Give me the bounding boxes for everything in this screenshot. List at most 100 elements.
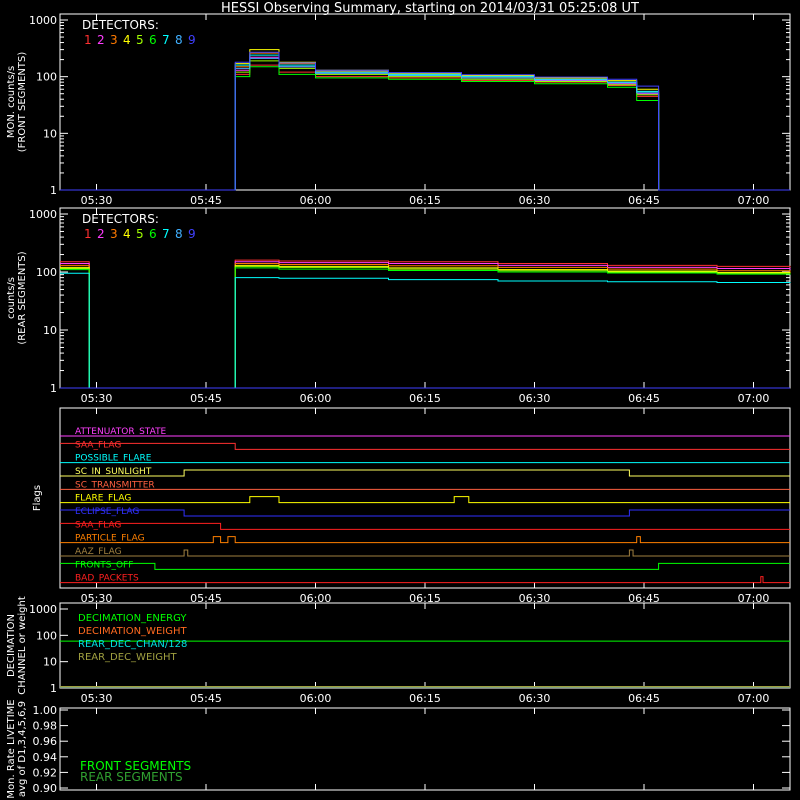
front-x-tick-label: 06:45	[628, 194, 660, 207]
front-legend-detector-6: 6	[149, 33, 157, 47]
decimation-y-tick-label: 1000	[29, 603, 57, 616]
rear-y-axis-label: counts/s(REAR SEGMENTS)	[6, 251, 28, 344]
flag-line-eclipse_flag	[60, 509, 790, 517]
front-series-2	[60, 56, 790, 191]
rear-y-tick-label: 10	[43, 324, 57, 337]
flag-label-sc_in_sunlight: SC_IN_SUNLIGHT	[75, 467, 152, 477]
rear-legend-detector-6: 6	[149, 227, 157, 241]
flag-line-fronts_off	[60, 562, 790, 570]
rear-x-tick-label: 05:45	[190, 392, 222, 405]
front-x-tick-label: 06:30	[519, 194, 551, 207]
livetime-y-tick-label: 0.90	[33, 782, 58, 795]
decimation-legend-decimation-energy: DECIMATION_ENERGY	[78, 613, 187, 624]
front-legend-detector-9: 9	[188, 33, 196, 47]
front-legend-detector-1: 1	[84, 33, 92, 47]
livetime-y-axis-label: Mon. Rate LIVETIMEavg of D1,3,4,5,6,9	[6, 699, 28, 798]
livetime-y-tick-label: 0.92	[33, 766, 58, 779]
decimation-legend-rear-dec-chan-128: REAR_DEC_CHAN/128	[78, 639, 187, 650]
front-legend-detector-8: 8	[175, 33, 183, 47]
front-series-4	[60, 49, 790, 191]
flag-label-flare_flag: FLARE_FLAG	[75, 494, 131, 504]
rear-series-2	[60, 261, 791, 389]
flag-line-particle_flag	[60, 536, 790, 544]
front-series-9	[60, 51, 790, 191]
front-x-tick-label: 05:30	[81, 194, 113, 207]
rear-x-tick-label: 06:45	[628, 392, 660, 405]
rear-x-tick-label: 06:30	[519, 392, 551, 405]
flag-label-attenuator_state: ATTENUATOR_STATE	[75, 427, 167, 437]
front-series-1	[60, 64, 790, 191]
flag-line-saa_flag	[60, 442, 790, 450]
front-x-tick-label: 05:45	[190, 194, 222, 207]
observing-summary: HESSI Observing Summary, starting on 201…	[0, 0, 800, 800]
front-legend-detector-5: 5	[136, 33, 144, 47]
decimation-x-tick-label: 05:45	[190, 692, 222, 705]
rear-x-tick-label: 06:00	[300, 392, 332, 405]
rear-legend-title: DETECTORS:	[82, 212, 159, 226]
flags-frame	[59, 407, 791, 589]
decimation-y-tick-label: 10	[43, 656, 57, 669]
flag-label-saa_flag: SAA_FLAG	[75, 440, 121, 450]
flag-label-bad_packets: BAD_PACKETS	[75, 574, 139, 584]
rear-legend-detector-3: 3	[110, 227, 118, 241]
front-x-tick-label: 06:00	[300, 194, 332, 207]
rear-legend-detector-8: 8	[175, 227, 183, 241]
livetime-y-tick-label: 0.98	[33, 720, 58, 733]
front-y-axis-label: MON. counts/s(FRONT SEGMENTS)	[6, 52, 28, 153]
decimation-x-tick-label: 05:30	[81, 692, 113, 705]
decimation-x-tick-label: 06:45	[628, 692, 660, 705]
livetime-y-tick-label: 0.96	[33, 735, 58, 748]
flag-label-aaz_flag: AAZ_FLAG	[75, 547, 122, 557]
rear-y-tick-label: 1	[50, 382, 57, 395]
front-x-tick-label: 07:00	[738, 194, 770, 207]
rear-x-tick-label: 06:15	[409, 392, 441, 405]
front-y-tick-label: 100	[36, 71, 57, 84]
decimation-x-tick-label: 07:00	[738, 692, 770, 705]
flag-line-sc_in_sunlight	[60, 469, 790, 477]
rear-legend-detector-4: 4	[123, 227, 131, 241]
front-legend-title: DETECTORS:	[82, 18, 159, 32]
flag-label-eclipse_flag: ECLIPSE_FLAG	[75, 507, 139, 517]
flag-line-flare_flag	[60, 496, 790, 504]
decimation-x-tick-label: 06:15	[409, 692, 441, 705]
front-y-tick-label: 1	[50, 184, 57, 197]
front-x-tick-label: 06:15	[409, 194, 441, 207]
decimation-legend-rear-dec-weight: REAR_DEC_WEIGHT	[78, 652, 177, 663]
rear-series-5	[60, 265, 791, 389]
flag-label-particle_flag: PARTICLE_FLAG	[75, 534, 145, 544]
rear-series-4	[60, 264, 791, 389]
front-series-6	[60, 66, 790, 191]
decimation-x-tick-label: 06:00	[300, 692, 332, 705]
flag-label-possible_flare: POSSIBLE_FLARE	[75, 454, 152, 464]
rear-legend-detector-9: 9	[188, 227, 196, 241]
flag-label-sc_transmitter: SC_TRANSMITTER	[75, 480, 155, 490]
rear-legend-detector-7: 7	[162, 227, 170, 241]
livetime-legend-rear-segments: REAR SEGMENTS	[80, 770, 183, 784]
flags-y-axis-label: Flags	[32, 485, 43, 511]
rear-legend-detector-5: 5	[136, 227, 144, 241]
livetime-y-tick-label: 1.00	[33, 704, 58, 717]
rear-x-tick-label: 05:30	[81, 392, 113, 405]
rear-series-7	[60, 272, 791, 389]
front-legend-detector-7: 7	[162, 33, 170, 47]
rear-y-tick-label: 1000	[29, 208, 57, 221]
flag-line-bad_packets	[60, 576, 790, 584]
flag-label-fronts_off: FRONTS_OFF	[75, 560, 133, 570]
decimation-legend-decimation-weight: DECIMATION_WEIGHT	[78, 626, 187, 637]
rear-y-tick-label: 100	[36, 266, 57, 279]
rear-legend-detector-2: 2	[97, 227, 105, 241]
front-y-tick-label: 10	[43, 127, 57, 140]
decimation-x-tick-label: 06:30	[519, 692, 551, 705]
flag-label-saa_flag: SAA_FLAG	[75, 520, 121, 530]
flag-line-saa_flag	[60, 522, 790, 530]
front-legend-detector-2: 2	[97, 33, 105, 47]
decimation-y-axis-label: DECIMATIONCHANNEL or weight	[6, 596, 28, 695]
livetime-y-tick-label: 0.94	[33, 751, 58, 764]
front-legend-detector-4: 4	[123, 33, 131, 47]
front-y-tick-label: 1000	[29, 14, 57, 27]
front-series-5	[60, 60, 790, 191]
decimation-y-tick-label: 1	[50, 682, 57, 695]
chart-canvas: HESSI Observing Summary, starting on 201…	[6, 1, 791, 799]
decimation-y-tick-label: 100	[36, 629, 57, 642]
front-legend-detector-3: 3	[110, 33, 118, 47]
